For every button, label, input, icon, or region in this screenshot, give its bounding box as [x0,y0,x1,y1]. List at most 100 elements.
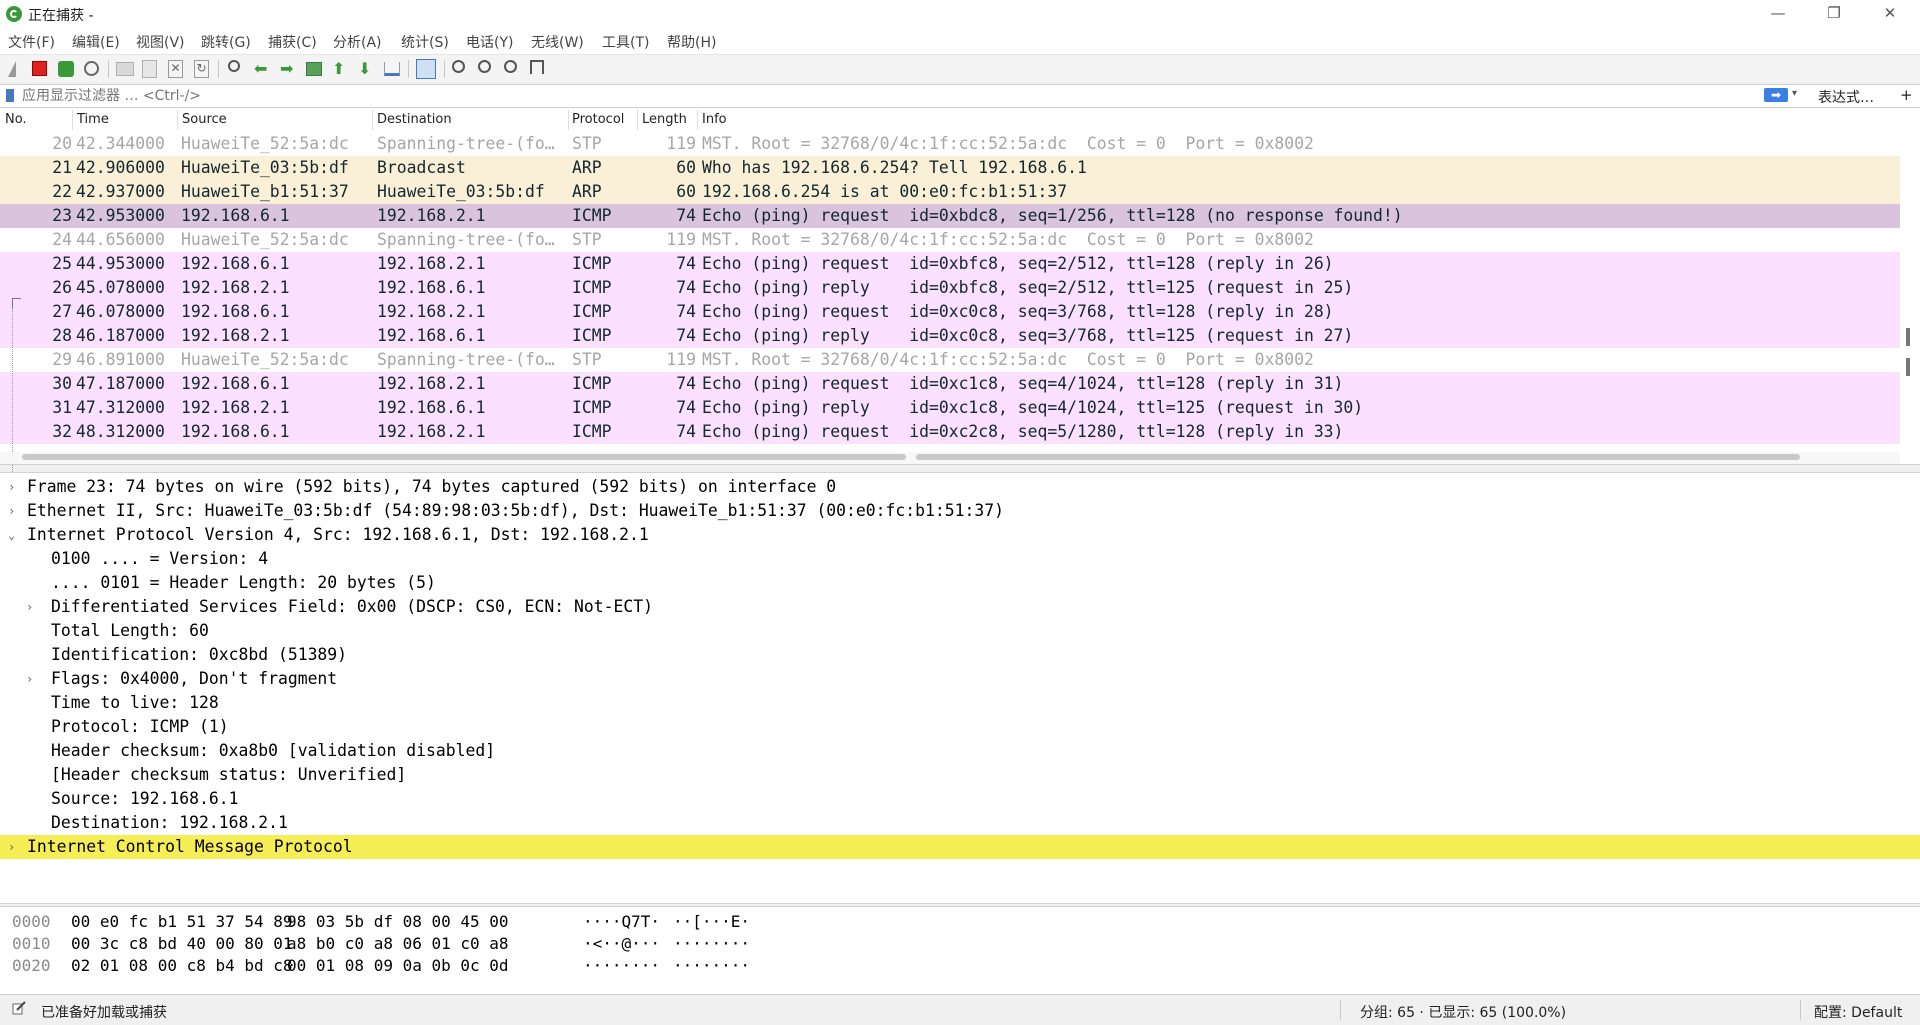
column-header-no[interactable]: No. [5,112,27,127]
expand-arrow-icon[interactable]: › [8,475,15,499]
last-packet-icon[interactable]: ⬇ [358,60,376,78]
detail-tree-item[interactable]: › Frame 23: 74 bytes on wire (592 bits), … [0,475,1920,499]
restart-capture-icon[interactable] [58,61,74,77]
edit-note-icon[interactable] [12,1001,26,1015]
packet-row[interactable]: 24 44.656000 HuaweiTe_52:5a:dc Spanning-tre… [0,228,1900,252]
menu-statistics[interactable]: 统计(S) [401,32,449,52]
detail-tree-text: Destination: 192.168.2.1 [51,813,288,832]
bookmark-icon[interactable] [6,89,14,102]
packet-row[interactable]: 31 47.312000 192.168.2.1 192.168.6.1 ICMP 74 E… [0,396,1900,420]
menu-go[interactable]: 跳转(G) [201,32,251,52]
expression-button[interactable]: 表达式… [1818,87,1874,107]
status-bar: 已准备好加载或捕获 分组: 65 · 已显示: 65 (100.0%) 配置: … [0,994,1920,1025]
packet-row[interactable]: 21 42.906000 HuaweiTe_03:5b:df Broadcast ARP… [0,156,1900,180]
column-header-info[interactable]: Info [702,112,727,127]
bytes-row[interactable]: 0010 00 3c c8 bd 40 00 80 01 a8 b0 c0 a8 0… [0,933,1900,955]
save-file-icon[interactable] [142,60,157,78]
menu-analyze[interactable]: 分析(A) [333,32,382,52]
detail-tree-item[interactable]: Source: 192.168.6.1 [0,787,1920,811]
colorize-icon[interactable] [416,59,436,79]
capture-options-icon[interactable] [84,61,99,76]
close-button[interactable]: ✕ [1862,0,1918,27]
normal-size-icon[interactable] [504,60,517,73]
resize-columns-icon[interactable] [530,60,544,74]
packet-list-scrollbar[interactable] [1906,328,1910,378]
zoom-in-icon[interactable] [452,60,465,73]
packet-row[interactable]: 26 45.078000 192.168.2.1 192.168.6.1 ICMP 74 E… [0,276,1900,300]
detail-tree-item[interactable]: 0100 .... = Version: 4 [0,547,1920,571]
zoom-out-icon[interactable] [478,60,491,73]
packet-row[interactable]: 23 42.953000 192.168.6.1 192.168.2.1 ICMP 74 E… [0,204,1900,228]
detail-tree-item[interactable]: ⌄ Internet Protocol Version 4, Src: 192.1… [0,523,1920,547]
detail-tree-item[interactable]: Total Length: 60 [0,619,1920,643]
collapse-arrow-icon[interactable]: ⌄ [8,523,15,547]
menu-tools[interactable]: 工具(T) [602,32,649,52]
packet-no: 27 [52,302,72,321]
detail-tree-item[interactable]: Destination: 192.168.2.1 [0,811,1920,835]
bytes-row[interactable]: 0020 02 01 08 00 c8 b4 bd c8 00 01 08 09 0… [0,955,1900,977]
detail-tree-item[interactable]: Identification: 0xc8bd (51389) [0,643,1920,667]
menu-help[interactable]: 帮助(H) [667,32,716,52]
expand-arrow-icon[interactable]: › [26,667,33,691]
menu-view[interactable]: 视图(V) [136,32,185,52]
packet-info: Echo (ping) request id=0xc2c8, seq=5/128… [702,422,1344,441]
packet-row[interactable]: 29 46.891000 HuaweiTe_52:5a:dc Spanning-tre… [0,348,1900,372]
menu-telephony[interactable]: 电话(Y) [466,32,513,52]
packet-length: 74 [676,278,696,297]
detail-tree-item[interactable]: Header checksum: 0xa8b0 [validation disa… [0,739,1920,763]
go-back-icon[interactable]: ⬅ [254,60,272,78]
filter-history-dropdown-icon[interactable]: ▾ [1792,88,1797,99]
packet-protocol: ICMP [572,374,612,393]
packet-row[interactable]: 30 47.187000 192.168.6.1 192.168.2.1 ICMP 74 E… [0,372,1900,396]
detail-tree-item[interactable]: .... 0101 = Header Length: 20 bytes (5) [0,571,1920,595]
column-header-source[interactable]: Source [182,112,227,127]
reload-file-icon[interactable]: ↻ [194,60,209,78]
packet-row[interactable]: 27 46.078000 192.168.6.1 192.168.2.1 ICMP 74 E… [0,300,1900,324]
detail-tree-item[interactable]: [Header checksum status: Unverified] [0,763,1920,787]
stop-capture-icon[interactable] [32,61,47,76]
restore-button[interactable]: ❐ [1806,0,1862,27]
menu-capture[interactable]: 捕获(C) [268,32,317,52]
expand-arrow-icon[interactable]: › [8,499,15,523]
close-file-icon[interactable]: ✕ [168,60,183,78]
start-capture-icon[interactable] [8,61,16,77]
packet-row[interactable]: 22 42.937000 HuaweiTe_b1:51:37 HuaweiTe_03:… [0,180,1900,204]
first-packet-icon[interactable]: ⬆ [332,60,350,78]
column-header-protocol[interactable]: Protocol [572,112,624,127]
display-filter-input[interactable] [22,87,1762,104]
detail-tree-item[interactable]: › Internet Control Message Protocol [0,835,1920,859]
detail-tree-item[interactable]: Time to live: 128 [0,691,1920,715]
menu-file[interactable]: 文件(F) [8,32,55,52]
column-header-time[interactable]: Time [77,112,109,127]
packet-time: 46.078000 [76,302,165,321]
minimize-button[interactable]: — [1750,0,1806,27]
packet-row[interactable]: 25 44.953000 192.168.6.1 192.168.2.1 ICMP 74 E… [0,252,1900,276]
go-forward-icon[interactable]: ➡ [280,60,298,78]
expand-arrow-icon[interactable]: › [26,595,33,619]
autoscroll-icon[interactable] [384,62,400,76]
open-file-icon[interactable] [116,62,134,76]
bytes-row[interactable]: 0000 00 e0 fc b1 51 37 54 89 98 03 5b df 0… [0,911,1900,933]
column-header-length[interactable]: Length [642,112,687,127]
packet-row[interactable]: 32 48.312000 192.168.6.1 192.168.2.1 ICMP 74 E… [0,420,1900,444]
packet-row[interactable]: 20 42.344000 HuaweiTe_52:5a:dc Spanning-tre… [0,132,1900,156]
horizontal-scrollbar-thumb-left[interactable] [22,454,906,460]
expand-arrow-icon[interactable]: › [8,835,15,859]
detail-tree-item[interactable]: › Differentiated Services Field: 0x00 (DS… [0,595,1920,619]
profile-indicator[interactable]: 配置: Default [1814,1002,1902,1022]
packet-source: HuaweiTe_52:5a:dc [181,350,349,369]
detail-tree-item[interactable]: › Ethernet II, Src: HuaweiTe_03:5b:df (54… [0,499,1920,523]
add-filter-button[interactable]: + [1900,86,1913,104]
packet-protocol: ICMP [572,278,612,297]
apply-filter-icon[interactable]: ➡ [1764,88,1788,102]
column-header-destination[interactable]: Destination [377,112,452,127]
find-packet-icon[interactable] [228,60,240,72]
detail-tree-item[interactable]: › Flags: 0x4000, Don't fragment [0,667,1920,691]
packet-info: 192.168.6.254 is at 00:e0:fc:b1:51:37 [702,182,1068,201]
go-to-packet-icon[interactable] [306,62,322,76]
horizontal-scrollbar-thumb-right[interactable] [916,454,1800,460]
detail-tree-item[interactable]: Protocol: ICMP (1) [0,715,1920,739]
menu-edit[interactable]: 编辑(E) [72,32,120,52]
menu-wireless[interactable]: 无线(W) [531,32,584,52]
packet-row[interactable]: 28 46.187000 192.168.2.1 192.168.6.1 ICMP 74 E… [0,324,1900,348]
